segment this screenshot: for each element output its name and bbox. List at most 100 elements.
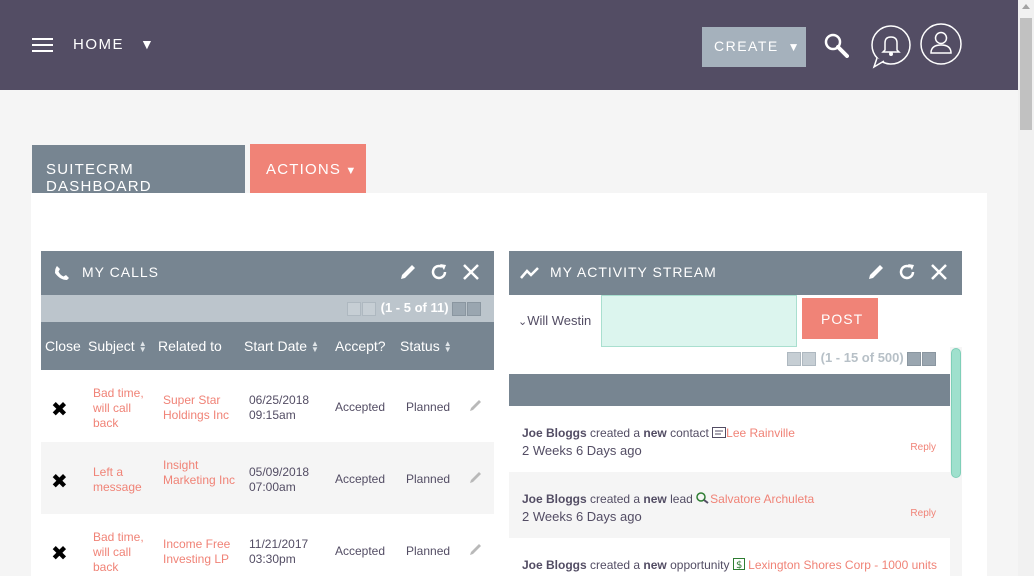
close-call-icon[interactable]: ✖ [51, 397, 68, 422]
page-scrollbar[interactable] [1018, 0, 1034, 576]
user-profile-icon[interactable] [920, 23, 964, 67]
activity-scrollbar[interactable] [950, 347, 962, 576]
call-related-link[interactable]: Super Star Holdings Inc [163, 393, 238, 423]
activity-stream-title: MY ACTIVITY STREAM [550, 264, 717, 280]
activity-actor[interactable]: Joe Bloggs [522, 426, 587, 440]
notifications-bell-icon[interactable] [871, 25, 913, 69]
home-link[interactable]: HOME [73, 36, 124, 53]
column-status[interactable]: Status ▲ ▼ [400, 338, 452, 354]
call-related-link[interactable]: Income Free Investing LP [163, 537, 238, 567]
scroll-up-arrow-icon[interactable] [1022, 4, 1030, 9]
call-status: Planned [406, 472, 451, 486]
activity-entry-text: Joe Bloggs created a new opportunity $ L… [522, 558, 937, 572]
reply-link[interactable]: Reply [910, 508, 936, 519]
call-time: 09:15am [249, 408, 296, 422]
call-accept-status: Accepted [335, 544, 386, 558]
close-call-icon[interactable]: ✖ [51, 469, 68, 494]
home-dropdown-caret-icon[interactable]: ▼ [140, 36, 154, 52]
user-selector[interactable]: ⌄Will Westin [518, 313, 591, 328]
close-call-icon[interactable]: ✖ [51, 541, 68, 566]
top-navigation-bar: HOME ▼ CREATE ▼ [0, 0, 1018, 90]
column-related-to: Related to [158, 338, 222, 354]
activity-entry: Joe Bloggs created a new lead Salvatore … [509, 472, 950, 538]
call-time: 07:00am [249, 480, 296, 494]
column-accept: Accept? [335, 338, 386, 354]
call-date: 11/21/2017 [249, 537, 309, 551]
first-page-icon[interactable] [787, 351, 801, 366]
column-start-date[interactable]: Start Date ▲ ▼ [244, 338, 319, 354]
phone-icon [55, 266, 69, 280]
last-page-icon[interactable] [467, 301, 482, 316]
lead-search-icon [696, 492, 709, 504]
tab-suitecrm-dashboard[interactable]: SUITECRM DASHBOARD [32, 145, 245, 195]
last-page-icon[interactable] [922, 351, 937, 366]
call-related-link[interactable]: Insight Marketing Inc [163, 458, 238, 488]
column-subject[interactable]: Subject ▲ ▼ [88, 338, 147, 354]
activity-entry-text: Joe Bloggs created a new contact Lee Rai… [522, 426, 795, 440]
call-status: Planned [406, 400, 451, 414]
activity-new: new [643, 492, 667, 506]
my-calls-table-header: Close Subject ▲ ▼ Related to Start Date ▲ ▼ … [41, 322, 494, 370]
sort-icon[interactable]: ▲ ▼ [139, 340, 147, 354]
activity-actor[interactable]: Joe Bloggs [522, 558, 587, 572]
chevron-down-icon: ⌄ [518, 316, 528, 328]
close-icon[interactable] [462, 263, 480, 281]
call-subject-link[interactable]: Bad time, will call back [93, 530, 149, 575]
activity-entry: Joe Bloggs created a new contact Lee Rai… [509, 406, 950, 472]
next-page-icon[interactable] [907, 351, 922, 366]
my-calls-pager: (1 - 5 of 11) [347, 300, 482, 316]
activity-verb: created a [590, 426, 641, 440]
activity-module: opportunity [670, 558, 730, 572]
call-subject-link[interactable]: Bad time, will call back [93, 386, 149, 431]
post-button[interactable]: POST [802, 298, 878, 339]
close-icon[interactable] [930, 263, 948, 281]
contact-card-icon [712, 427, 727, 438]
my-calls-header: MY CALLS [41, 251, 494, 295]
activity-record-link[interactable]: Salvatore Archuleta [710, 492, 814, 506]
call-start-date: 11/21/2017 03:30pm [249, 537, 308, 567]
search-icon[interactable] [823, 32, 849, 58]
activity-scrollbar-thumb[interactable] [951, 348, 961, 478]
table-row: ✖ Bad time, will call back Super Star Ho… [41, 370, 494, 442]
edit-pencil-icon[interactable] [469, 398, 483, 412]
dollar-icon: $ [732, 558, 745, 571]
tab-actions[interactable]: ACTIONS ▼ [250, 144, 366, 193]
edit-pencil-icon[interactable] [469, 542, 483, 556]
edit-pencil-icon[interactable] [398, 262, 418, 282]
edit-pencil-icon[interactable] [469, 470, 483, 484]
selected-user: Will Westin [527, 313, 592, 328]
post-text-input[interactable] [601, 295, 797, 347]
scrollbar-thumb[interactable] [1020, 18, 1032, 130]
activity-pagination-text: (1 - 15 of 500) [820, 350, 904, 365]
call-subject-link[interactable]: Left a message [93, 465, 149, 495]
activity-actor[interactable]: Joe Bloggs [522, 492, 587, 506]
sort-icon[interactable]: ▲ ▼ [311, 340, 319, 354]
column-close: Close [45, 338, 81, 354]
my-calls-pagination-text: (1 - 5 of 11) [380, 300, 449, 315]
hamburger-menu-icon[interactable] [32, 38, 53, 53]
activity-entry-text: Joe Bloggs created a new lead Salvatore … [522, 492, 814, 506]
svg-text:$: $ [736, 560, 742, 570]
activity-module: lead [670, 492, 693, 506]
next-page-icon[interactable] [452, 301, 467, 316]
create-button[interactable]: CREATE ▼ [702, 27, 806, 67]
activity-record-link[interactable]: Lee Rainville [726, 426, 795, 440]
activity-stream-bar [509, 374, 950, 406]
previous-page-icon[interactable] [802, 351, 816, 366]
activity-verb: created a [590, 492, 641, 506]
table-row: ✖ Bad time, will call back Income Free I… [41, 514, 494, 576]
edit-pencil-icon[interactable] [866, 262, 886, 282]
previous-page-icon[interactable] [362, 301, 376, 316]
call-start-date: 06/25/2018 09:15am [249, 393, 309, 423]
sort-icon[interactable]: ▲ ▼ [444, 340, 452, 354]
refresh-icon[interactable] [429, 262, 449, 282]
activity-record-link[interactable]: Lexington Shores Corp - 1000 units [748, 558, 937, 572]
create-caret-icon: ▼ [782, 40, 801, 54]
table-row: ✖ Left a message Insight Marketing Inc 0… [41, 442, 494, 514]
activity-stream-header: MY ACTIVITY STREAM [509, 251, 962, 295]
activity-verb: created a [590, 558, 641, 572]
call-date: 06/25/2018 [249, 393, 310, 407]
reply-link[interactable]: Reply [910, 442, 936, 453]
refresh-icon[interactable] [897, 262, 917, 282]
first-page-icon[interactable] [347, 301, 361, 316]
